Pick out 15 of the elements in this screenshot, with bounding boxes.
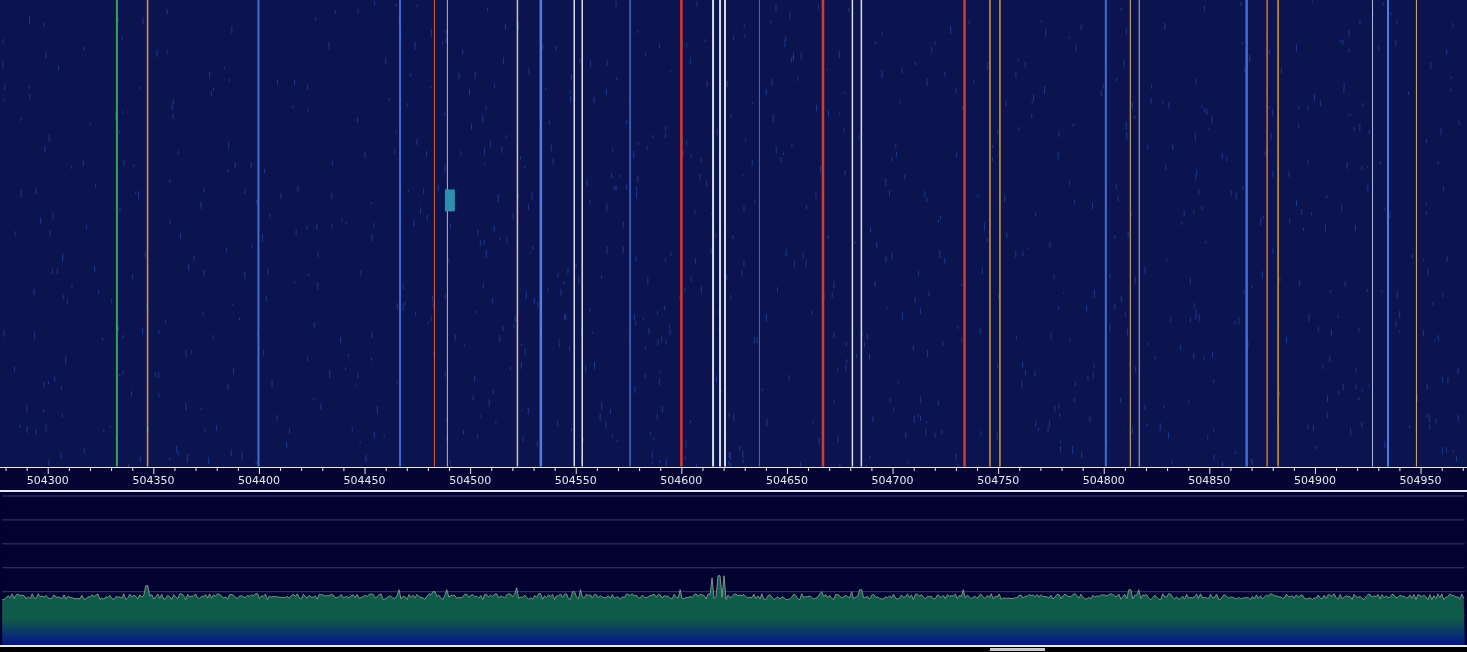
scrollbar-thumb[interactable] xyxy=(990,648,1045,652)
frequency-label: 504350 xyxy=(131,473,176,487)
frequency-label: 504950 xyxy=(1398,473,1443,487)
frequency-label: 504550 xyxy=(553,473,598,487)
frequency-label: 504500 xyxy=(448,473,493,487)
frequency-label: 504450 xyxy=(342,473,387,487)
frequency-label: 504300 xyxy=(25,473,70,487)
frequency-label: 504700 xyxy=(870,473,915,487)
frequency-label: 504600 xyxy=(659,473,704,487)
frequency-label: 504400 xyxy=(237,473,281,487)
frequency-label: 504850 xyxy=(1187,473,1232,487)
frequency-label: 504650 xyxy=(764,473,809,487)
frequency-label: 504750 xyxy=(976,473,1021,487)
frequency-label: 504900 xyxy=(1292,473,1337,487)
frequency-label: 504800 xyxy=(1081,473,1126,487)
